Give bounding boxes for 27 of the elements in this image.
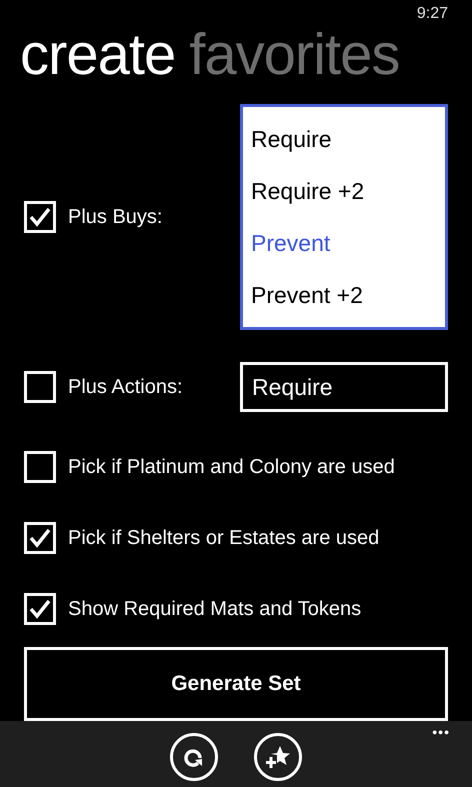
checkmark-icon	[29, 528, 51, 548]
more-button[interactable]: •••	[432, 724, 450, 739]
generate-button[interactable]: Generate Set	[24, 646, 448, 721]
option-label: Show Required Mats and Tokens	[68, 597, 362, 622]
checkbox[interactable]	[24, 593, 56, 626]
pivot-header[interactable]: favorites	[189, 22, 400, 87]
dropdown-list[interactable]: Require Require +2 Prevent Prevent +2	[240, 104, 448, 330]
checkbox[interactable]	[24, 451, 56, 484]
checkbox[interactable]	[24, 522, 56, 554]
option-label: Pick if Shelters or Estates are used	[68, 526, 380, 552]
dropdown-option[interactable]: Prevent +2	[243, 268, 445, 321]
pivot-header[interactable]: create	[20, 22, 176, 87]
checkbox[interactable]	[24, 200, 56, 233]
add-favorite-button[interactable]	[254, 732, 302, 781]
refresh-button[interactable]	[170, 732, 218, 781]
checkbox[interactable]	[24, 370, 56, 403]
option-label: Pick if Platinum and Colony are used	[68, 455, 395, 480]
star-plus-icon	[265, 744, 291, 769]
option-label: Plus Actions:	[68, 374, 184, 400]
dropdown-option[interactable]: Require +2	[243, 164, 445, 217]
dropdown-option[interactable]: Require	[243, 112, 445, 165]
option-label: Plus Buys:	[68, 204, 164, 230]
clock: 9:27	[416, 6, 448, 23]
checkmark-icon	[29, 599, 51, 620]
dropdown-option[interactable]: Prevent	[243, 216, 445, 269]
dropdown-field[interactable]: Require	[240, 362, 448, 412]
checkmark-icon	[29, 206, 51, 227]
